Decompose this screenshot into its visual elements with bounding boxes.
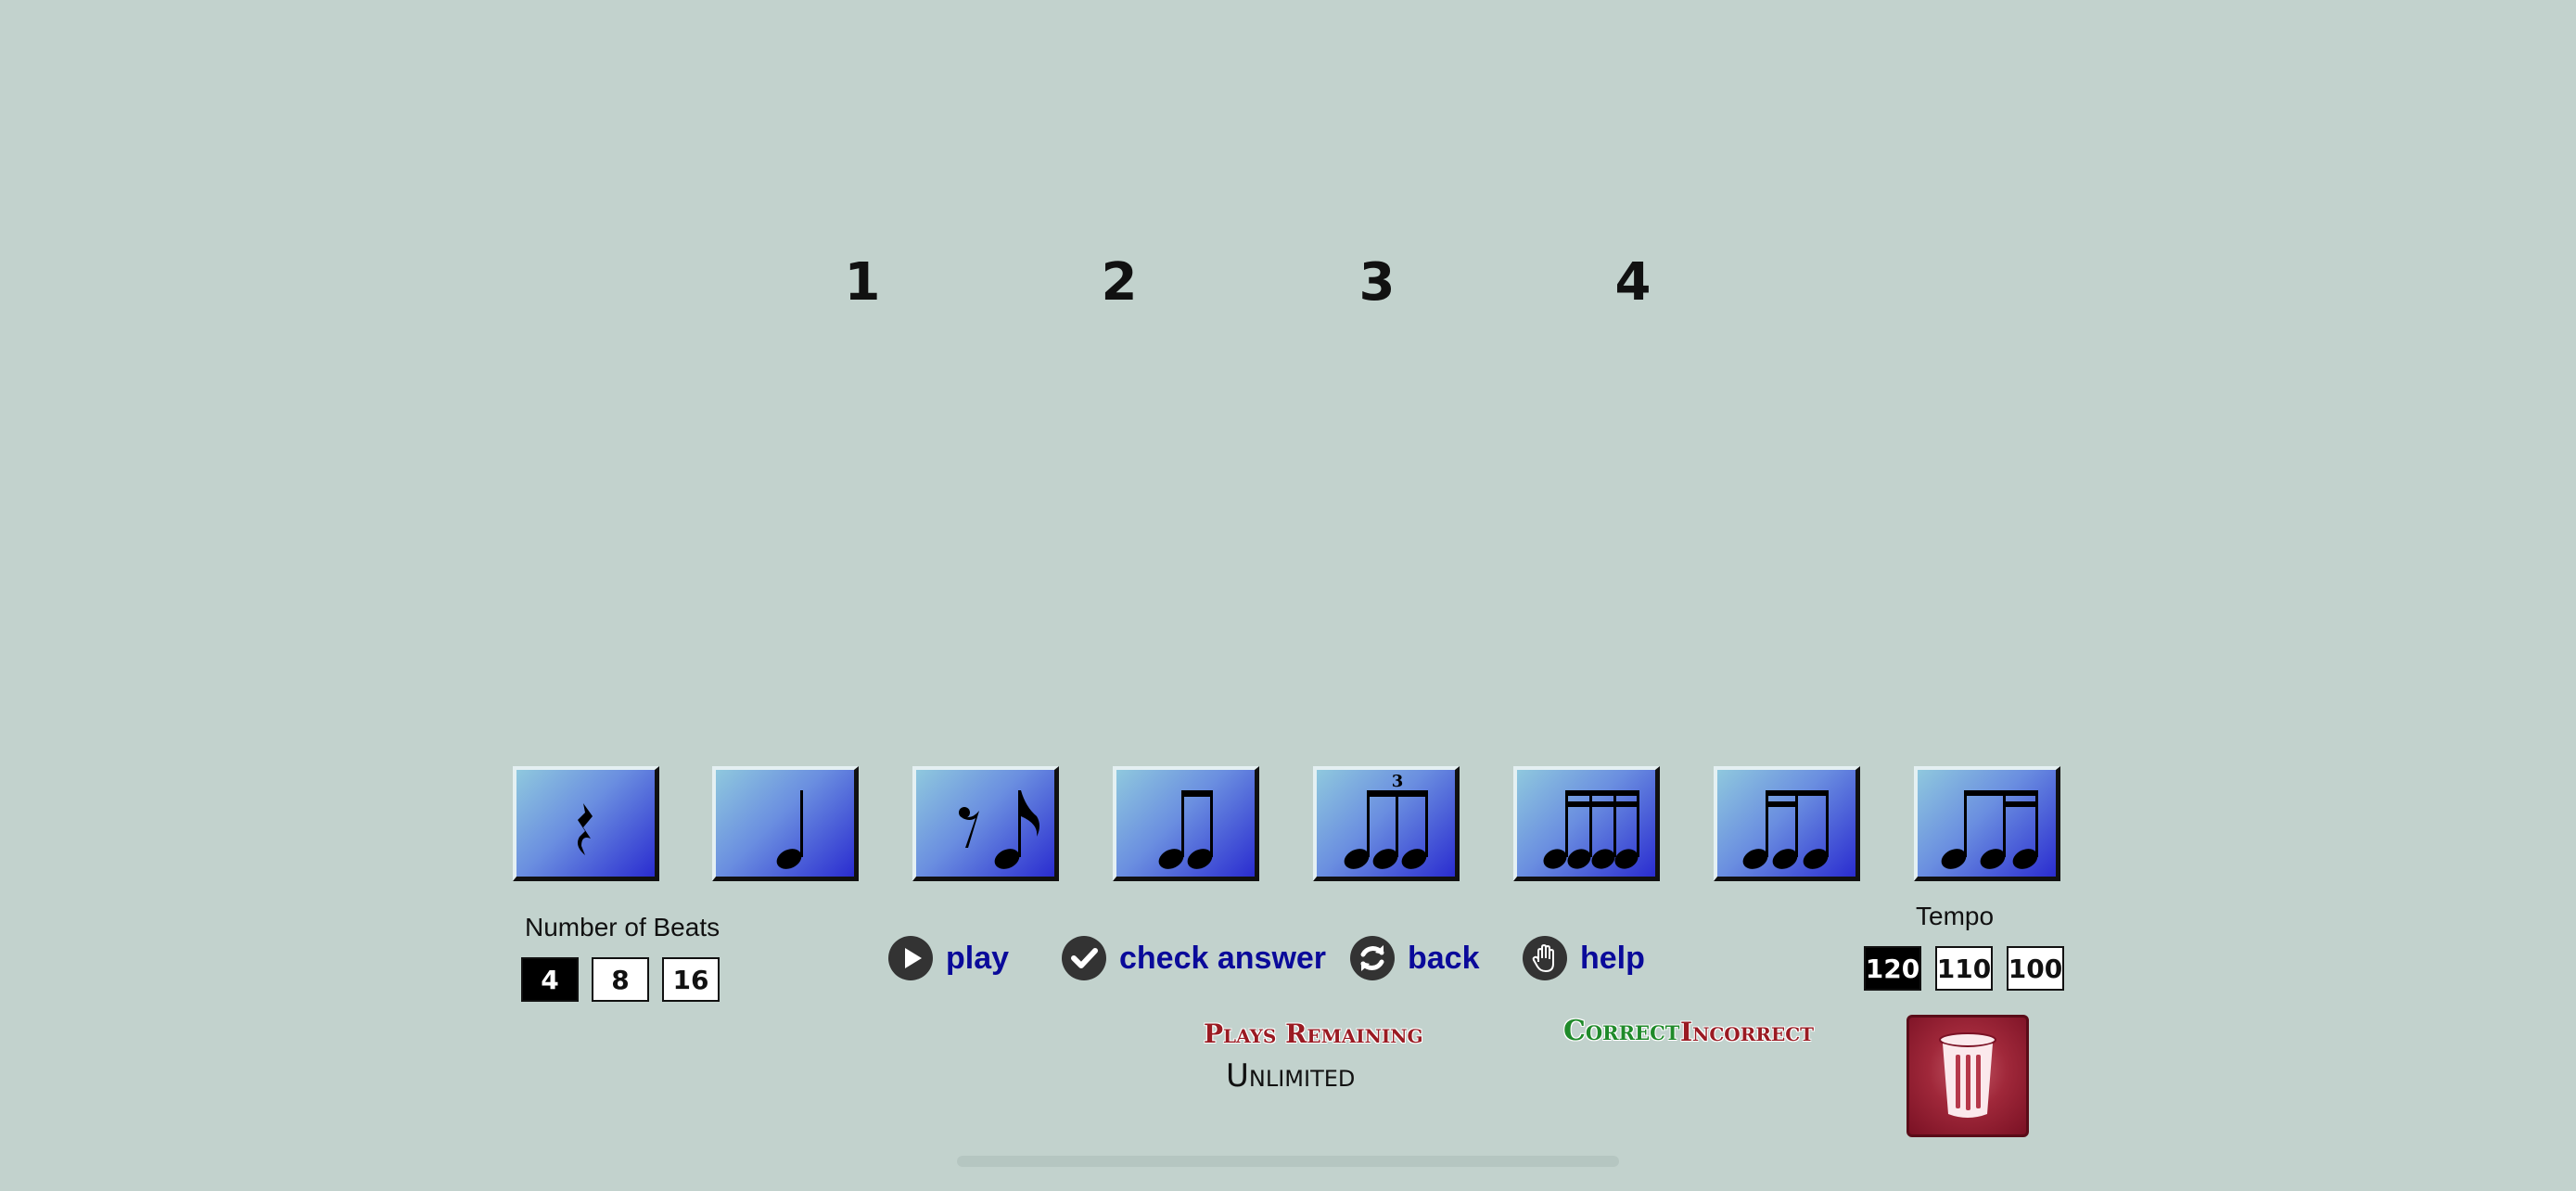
help-button[interactable]: help bbox=[1523, 935, 1645, 981]
eighth-rest-eighth-note-button[interactable] bbox=[912, 766, 1059, 881]
tempo-option-120[interactable]: 120 bbox=[1864, 946, 1921, 991]
play-icon bbox=[888, 936, 933, 980]
beat-number-3: 3 bbox=[1358, 252, 1396, 313]
trash-button[interactable] bbox=[1906, 1015, 2029, 1137]
check-answer-label: check answer bbox=[1119, 940, 1327, 976]
four-sixteenth-notes-button[interactable] bbox=[1513, 766, 1660, 881]
checkmark-icon bbox=[1062, 936, 1106, 980]
quarter-note-button[interactable] bbox=[712, 766, 859, 881]
number-of-beats-label: Number of Beats bbox=[525, 913, 721, 941]
plays-remaining-label: Plays Remaining bbox=[1204, 1018, 1423, 1049]
eighth-note-triplet-button[interactable]: 3 bbox=[1313, 766, 1460, 881]
correct-count-label: Correct bbox=[1563, 1015, 1680, 1047]
two-sixteenths-eighth-button[interactable] bbox=[1714, 766, 1860, 881]
beat-number-4: 4 bbox=[1614, 252, 1651, 313]
beat-number-2: 2 bbox=[1101, 252, 1138, 313]
eighth-note-triplet-icon: 3 bbox=[1344, 772, 1428, 869]
play-label: play bbox=[946, 940, 1010, 976]
triplet-label: 3 bbox=[1392, 772, 1404, 791]
eighth-two-sixteenths-button[interactable] bbox=[1914, 766, 2060, 881]
play-button[interactable]: play bbox=[888, 935, 1009, 981]
eighth-rest-eighth-note-icon bbox=[959, 790, 1039, 869]
back-label: back bbox=[1408, 940, 1480, 976]
quarter-rest-button[interactable] bbox=[513, 766, 659, 881]
two-eighth-notes-icon bbox=[1158, 790, 1213, 869]
four-sixteenth-notes-icon bbox=[1543, 790, 1639, 869]
quarter-note-icon bbox=[776, 790, 803, 869]
eighth-two-sixteenths-icon bbox=[1941, 790, 2038, 869]
help-label: help bbox=[1580, 940, 1645, 976]
hand-icon bbox=[1523, 936, 1567, 980]
beats-option-16[interactable]: 16 bbox=[662, 957, 720, 1002]
tempo-selector: 120 110 100 bbox=[1864, 946, 2066, 991]
quarter-rest-icon bbox=[578, 803, 593, 855]
tempo-option-110[interactable]: 110 bbox=[1935, 946, 1993, 991]
beats-option-4[interactable]: 4 bbox=[521, 957, 579, 1002]
beats-selector: 4 8 16 bbox=[521, 957, 725, 1002]
two-eighth-notes-button[interactable] bbox=[1113, 766, 1259, 881]
check-answer-button[interactable]: check answer bbox=[1062, 935, 1326, 981]
tempo-option-100[interactable]: 100 bbox=[2007, 946, 2064, 991]
beat-number-1: 1 bbox=[844, 252, 881, 313]
back-button[interactable]: back bbox=[1350, 935, 1480, 981]
trash-icon bbox=[1939, 1032, 1996, 1118]
two-sixteenths-eighth-icon bbox=[1742, 790, 1829, 869]
beats-option-8[interactable]: 8 bbox=[592, 957, 649, 1002]
incorrect-count-label: Incorrect bbox=[1680, 1017, 1815, 1047]
plays-remaining-value: Unlimited bbox=[1226, 1057, 1356, 1095]
tempo-label: Tempo bbox=[1916, 902, 1995, 930]
horizontal-scrollbar[interactable] bbox=[957, 1156, 1619, 1167]
refresh-icon bbox=[1350, 936, 1395, 980]
